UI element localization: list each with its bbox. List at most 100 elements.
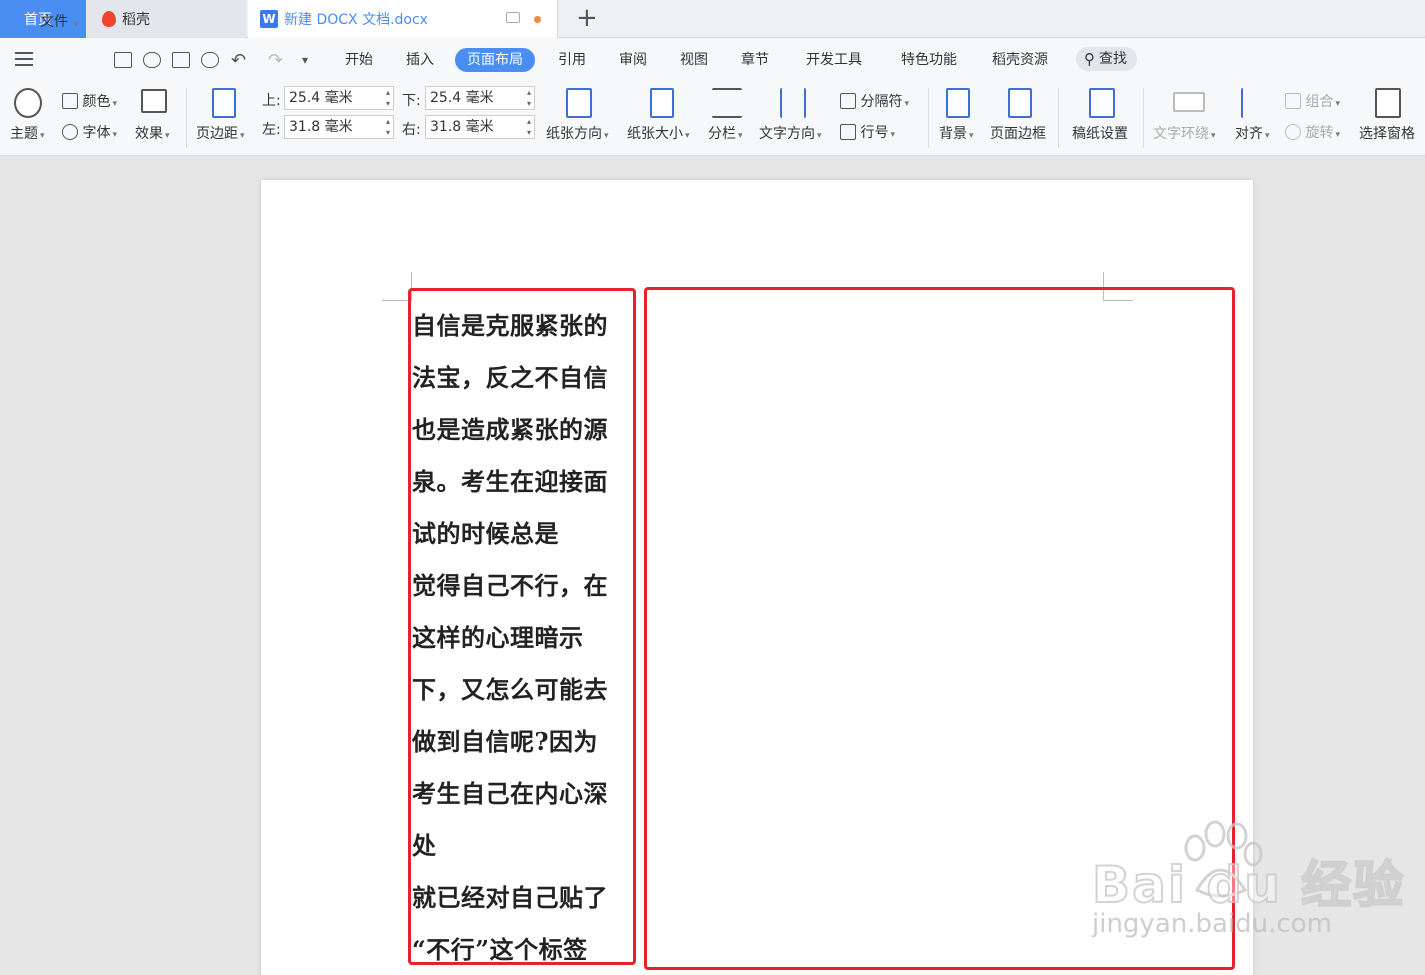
theme-button[interactable]: 主题 ▾	[10, 123, 45, 143]
margin-label: 页边距	[196, 126, 238, 142]
margin-button[interactable]: 页边距 ▾	[196, 123, 245, 143]
manuscript-label: 稿纸设置	[1072, 126, 1128, 142]
format-painter-icon[interactable]	[143, 52, 161, 68]
menu-chapter[interactable]: 章节	[741, 48, 769, 72]
print-preview-icon[interactable]	[201, 52, 219, 68]
left-margin-label: 左:	[262, 122, 281, 138]
menu-features[interactable]: 特色功能	[901, 48, 957, 72]
group-button[interactable]: 组合 ▾	[1285, 91, 1340, 111]
menu-daoke-resources[interactable]: 稻壳资源	[992, 48, 1048, 72]
menu-view[interactable]: 视图	[680, 48, 708, 72]
ribbon-separator	[1143, 88, 1144, 148]
palette-icon[interactable]	[14, 88, 42, 118]
align-label: 对齐	[1235, 126, 1263, 142]
font-label: 字体	[82, 125, 111, 141]
text-direction-button[interactable]: 文字方向 ▾	[759, 123, 822, 143]
rotate-label: 旋转	[1305, 125, 1334, 141]
unsaved-dot-icon	[534, 16, 541, 23]
tab-document[interactable]: W 新建 DOCX 文档.docx	[248, 0, 558, 38]
paper-size-label: 纸张大小	[627, 126, 683, 142]
menu-insert[interactable]: 插入	[406, 48, 434, 72]
paper-size-icon[interactable]	[650, 88, 674, 118]
group-label: 组合	[1305, 94, 1334, 110]
color-grid-icon	[62, 93, 78, 109]
search-button[interactable]: ⚲ 查找	[1076, 47, 1137, 71]
top-margin-label: 上:	[262, 93, 281, 109]
columns-button[interactable]: 分栏 ▾	[708, 123, 743, 143]
left-margin-input[interactable]: 31.8 毫米	[284, 115, 394, 139]
manuscript-button[interactable]: 稿纸设置	[1072, 123, 1128, 143]
select-pane-label: 选择窗格	[1359, 126, 1415, 142]
search-label: 查找	[1099, 51, 1127, 67]
watermark-main-text: Bai du 经验	[1091, 855, 1406, 915]
ribbon-separator	[186, 88, 187, 148]
menu-file[interactable]: 文件 ∨	[40, 10, 79, 34]
font-t-icon	[62, 124, 78, 140]
menu-start[interactable]: 开始	[345, 48, 373, 72]
top-margin-input[interactable]: 25.4 毫米	[284, 86, 394, 110]
page-border-icon[interactable]	[1008, 88, 1032, 118]
select-pane-button[interactable]: 选择窗格	[1359, 123, 1415, 143]
monitor-icon[interactable]	[506, 12, 520, 23]
text-direction-icon[interactable]	[780, 88, 806, 118]
margin-icon[interactable]	[212, 88, 236, 118]
page-border-label: 页面边框	[990, 126, 1046, 142]
ribbon-separator	[928, 88, 929, 148]
left-column-highlight	[408, 288, 636, 965]
print-icon[interactable]	[172, 52, 190, 68]
right-margin-label: 右:	[402, 122, 421, 138]
background-label: 背景	[939, 126, 967, 142]
paper-orientation-icon[interactable]	[566, 88, 592, 118]
color-label: 颜色	[82, 94, 111, 110]
menu-page-layout[interactable]: 页面布局	[455, 48, 535, 72]
font-button[interactable]: 字体 ▾	[62, 122, 117, 142]
quick-access-dropdown-icon[interactable]: ▾	[302, 48, 308, 72]
writer-doc-icon: W	[260, 10, 278, 28]
select-pane-icon[interactable]	[1375, 88, 1401, 118]
separator-icon	[840, 93, 856, 109]
menu-developer[interactable]: 开发工具	[806, 48, 862, 72]
daoke-logo-icon	[102, 11, 116, 27]
group-icon	[1285, 93, 1301, 109]
rotate-button[interactable]: 旋转 ▾	[1285, 122, 1340, 142]
redo-icon[interactable]: ↷	[268, 49, 283, 73]
hamburger-menu-icon[interactable]	[15, 52, 33, 66]
tab-bar: 首页 稻壳 W 新建 DOCX 文档.docx +	[0, 0, 1425, 38]
effect-icon[interactable]	[141, 89, 167, 113]
line-number-label: 行号	[860, 125, 889, 141]
effect-label: 效果	[135, 126, 163, 142]
effect-button[interactable]: 效果 ▾	[135, 123, 170, 143]
bottom-margin-input[interactable]: 25.4 毫米	[425, 86, 535, 110]
page-border-button[interactable]: 页面边框	[990, 123, 1046, 143]
search-icon: ⚲	[1084, 50, 1095, 68]
new-tab-plus-icon[interactable]: +	[576, 4, 598, 32]
align-button[interactable]: 对齐 ▾	[1235, 123, 1270, 143]
menu-file-label: 文件	[40, 14, 68, 30]
rotate-icon	[1285, 124, 1301, 140]
columns-icon[interactable]	[712, 88, 742, 118]
color-button[interactable]: 颜色 ▾	[62, 91, 117, 111]
line-number-icon	[840, 124, 856, 140]
background-icon[interactable]	[946, 88, 970, 118]
paper-orientation-button[interactable]: 纸张方向 ▾	[546, 123, 609, 143]
theme-label: 主题	[10, 126, 38, 142]
undo-icon[interactable]: ↶	[231, 49, 246, 73]
columns-label: 分栏	[708, 126, 736, 142]
manuscript-icon[interactable]	[1089, 88, 1115, 118]
align-icon[interactable]	[1241, 88, 1267, 118]
text-wrap-button[interactable]: 文字环绕 ▾	[1153, 123, 1216, 143]
background-button[interactable]: 背景 ▾	[939, 123, 974, 143]
bottom-margin-label: 下:	[402, 93, 421, 109]
right-margin-input[interactable]: 31.8 毫米	[425, 115, 535, 139]
baidu-jingyan-watermark: Bai du 经验 jingyan.baidu.com	[1091, 845, 1406, 939]
menu-references[interactable]: 引用	[558, 48, 586, 72]
watermark-url-text: jingyan.baidu.com	[1092, 909, 1332, 939]
separator-button[interactable]: 分隔符 ▾	[840, 91, 909, 111]
line-number-button[interactable]: 行号 ▾	[840, 122, 895, 142]
save-icon[interactable]	[114, 52, 132, 68]
menu-review[interactable]: 审阅	[619, 48, 647, 72]
tab-daoke-label: 稻壳	[122, 12, 150, 28]
text-wrap-label: 文字环绕	[1153, 126, 1209, 142]
tab-daoke[interactable]: 稻壳	[86, 0, 246, 38]
paper-size-button[interactable]: 纸张大小 ▾	[627, 123, 690, 143]
